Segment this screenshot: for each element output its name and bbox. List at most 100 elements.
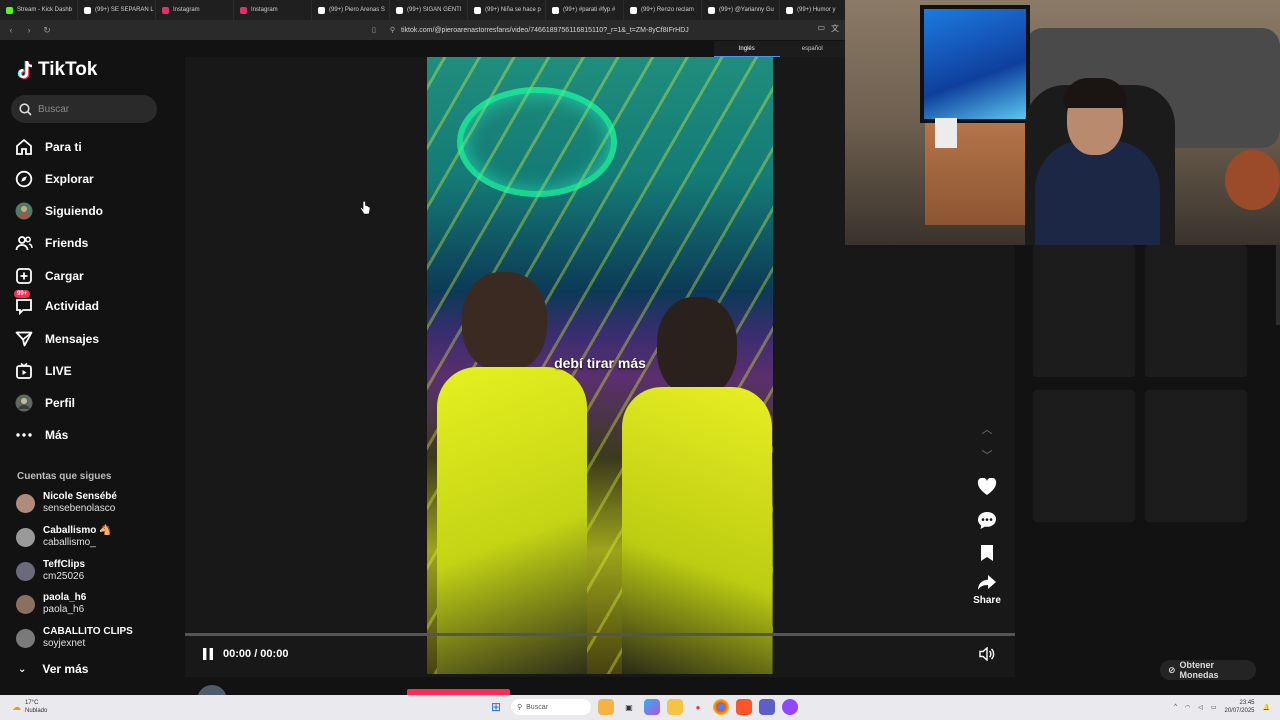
browser-tab[interactable]: (99+) Niña se hace p	[468, 0, 546, 20]
webcam-pot	[1225, 150, 1280, 210]
browser-tab[interactable]: (99+) SE SEPARAN L	[78, 0, 156, 20]
task-view-icon[interactable]: ▣	[621, 699, 637, 715]
browser-tab[interactable]: (99+) @Yarianny Gu	[702, 0, 780, 20]
weather-widget[interactable]: ☁ 17°C Nublado	[12, 699, 47, 715]
sidebar-item-friends[interactable]: Friends	[15, 232, 88, 254]
clock[interactable]: 23:45 20/07/2025	[1224, 699, 1254, 715]
share-button[interactable]: Share	[972, 570, 1002, 610]
sidebar-item-m-s[interactable]: Más	[15, 424, 68, 446]
volume-button[interactable]	[979, 646, 995, 666]
translate-icon[interactable]: 文	[831, 23, 839, 34]
related-video-thumb[interactable]	[1145, 245, 1247, 377]
tab-favicon-icon	[84, 6, 91, 14]
tab-label: (99+) SE SEPARAN L	[95, 7, 154, 13]
video-progress-bar[interactable]	[185, 633, 1015, 636]
browser-tab[interactable]: Stream - Kick Dashb	[0, 0, 78, 20]
tab-favicon-icon	[474, 6, 481, 14]
brave-icon[interactable]	[736, 699, 752, 715]
related-video-thumb[interactable]	[1033, 390, 1135, 522]
windows-start-icon[interactable]: ⊞	[488, 699, 504, 715]
speaker-icon[interactable]: ◁	[1198, 704, 1203, 711]
wifi-icon[interactable]: ◠	[1185, 704, 1190, 711]
sidebar: TikTok Buscar Para ti Explorar Siguiendo Fr…	[0, 40, 185, 695]
battery-icon[interactable]: ▭	[1211, 704, 1217, 711]
pause-icon[interactable]	[201, 647, 215, 661]
avatar	[16, 628, 35, 648]
cast-icon[interactable]: ▭	[817, 23, 825, 34]
sidebar-item-label: Siguiendo	[45, 204, 103, 218]
tiktok-logo[interactable]: TikTok	[16, 59, 97, 81]
chrome-icon[interactable]	[713, 699, 729, 715]
copilot-icon[interactable]	[644, 699, 660, 715]
browser-tab[interactable]: (99+) SIGAN GENTI	[390, 0, 468, 20]
app-icon[interactable]: ●	[690, 699, 706, 715]
notifications-icon[interactable]: 🔔	[1263, 704, 1270, 711]
browser-tab[interactable]: Instagram	[234, 0, 312, 20]
video-person-left	[437, 367, 587, 674]
sidebar-item-explorar[interactable]: Explorar	[15, 168, 94, 190]
browser-tab[interactable]: Instagram	[156, 0, 234, 20]
account-handle: cm25026	[43, 571, 85, 582]
file-explorer-icon[interactable]	[667, 699, 683, 715]
chevron-up-icon[interactable]: ^	[1174, 704, 1177, 710]
followed-account[interactable]: TeffClips cm25026	[16, 557, 85, 585]
hand-cursor-icon	[360, 201, 370, 215]
reload-icon[interactable]: ↻	[40, 25, 54, 36]
tab-favicon-icon	[6, 6, 13, 14]
sidebar-item-para-ti[interactable]: Para ti	[15, 136, 82, 158]
video-light-disc	[457, 87, 617, 197]
sidebar-item-perfil[interactable]: Perfil	[15, 392, 75, 414]
following-section-title: Cuentas que sigues	[17, 471, 112, 482]
search-input[interactable]: Buscar	[11, 95, 157, 123]
translate-target-tab[interactable]: español	[780, 41, 846, 58]
bookmark-icon[interactable]: ▯	[372, 26, 376, 34]
taskbar-apps: ⊞ ⚲ Buscar ▣ ●	[488, 699, 798, 715]
see-more-button[interactable]: ⌄ Ver más	[18, 662, 88, 676]
browser-tab[interactable]: (99+) #parati #fyp #	[546, 0, 624, 20]
video-player[interactable]: debí tirar más	[427, 57, 773, 674]
related-video-thumb[interactable]	[1145, 390, 1247, 522]
system-tray: ^ ◠ ◁ ▭ 23:45 20/07/2025 🔔	[1174, 699, 1270, 715]
related-video-thumb[interactable]	[1033, 245, 1135, 377]
get-coins-button[interactable]: ⊘ Obtener Monedas	[1160, 660, 1256, 680]
account-handle: sensebenolasco	[43, 503, 116, 514]
forward-icon[interactable]: ›	[22, 25, 36, 35]
sidebar-item-mensajes[interactable]: Mensajes	[15, 328, 99, 350]
sidebar-item-live[interactable]: LIVE	[15, 360, 72, 382]
browser-tab[interactable]: (99+) Renzo reclam	[624, 0, 702, 20]
page-scrollbar[interactable]	[1276, 245, 1280, 325]
teams-icon[interactable]	[759, 699, 775, 715]
next-video-button[interactable]: ﹀	[972, 440, 1002, 470]
heart-icon	[977, 478, 997, 495]
avatar	[16, 561, 35, 581]
sidebar-item-label: Actividad	[45, 299, 100, 313]
site-info-icon[interactable]: ⚲	[390, 26, 395, 34]
back-icon[interactable]: ‹	[4, 25, 18, 35]
translate-source-tab[interactable]: Inglés	[714, 41, 780, 58]
app-icon[interactable]	[782, 699, 798, 715]
followed-account[interactable]: Nicole Sensébé sensebenolasco	[16, 489, 117, 517]
widgets-icon[interactable]	[598, 699, 614, 715]
url-field[interactable]: ▯ ⚲ tiktok.com/@pieroarenastorresfans/vi…	[372, 24, 689, 36]
sidebar-item-siguiendo[interactable]: Siguiendo	[15, 200, 103, 222]
sidebar-item-label: Perfil	[45, 396, 76, 410]
followed-account[interactable]: CABALLITO CLIPS soyjexnet	[16, 624, 133, 652]
bookmark-button[interactable]	[972, 536, 1002, 570]
tab-label: (99+) @Yarianny Gu	[719, 7, 774, 13]
sidebar-item-label: Más	[45, 428, 69, 442]
like-button[interactable]	[972, 470, 1002, 504]
tab-label: Instagram	[251, 7, 278, 13]
comment-button[interactable]	[972, 504, 1002, 536]
browser-tab[interactable]: (99+) Humor y	[780, 0, 845, 20]
browser-tab[interactable]: (99+) Piero Arenas S	[312, 0, 390, 20]
previous-video-button[interactable]: ︿	[972, 418, 1002, 440]
video-caption: debí tirar más	[554, 355, 646, 371]
clock-time: 23:45	[1239, 700, 1255, 706]
tab-favicon-icon	[162, 6, 169, 14]
sidebar-item-actividad[interactable]: 99+ Actividad	[14, 290, 100, 317]
taskbar-search[interactable]: ⚲ Buscar	[511, 699, 591, 715]
tab-favicon-icon	[318, 6, 325, 14]
followed-account[interactable]: paola_h6 paola_h6	[16, 590, 86, 618]
followed-account[interactable]: Caballismo 🐴 caballismo_	[16, 523, 112, 551]
sidebar-item-cargar[interactable]: Cargar	[15, 265, 84, 287]
